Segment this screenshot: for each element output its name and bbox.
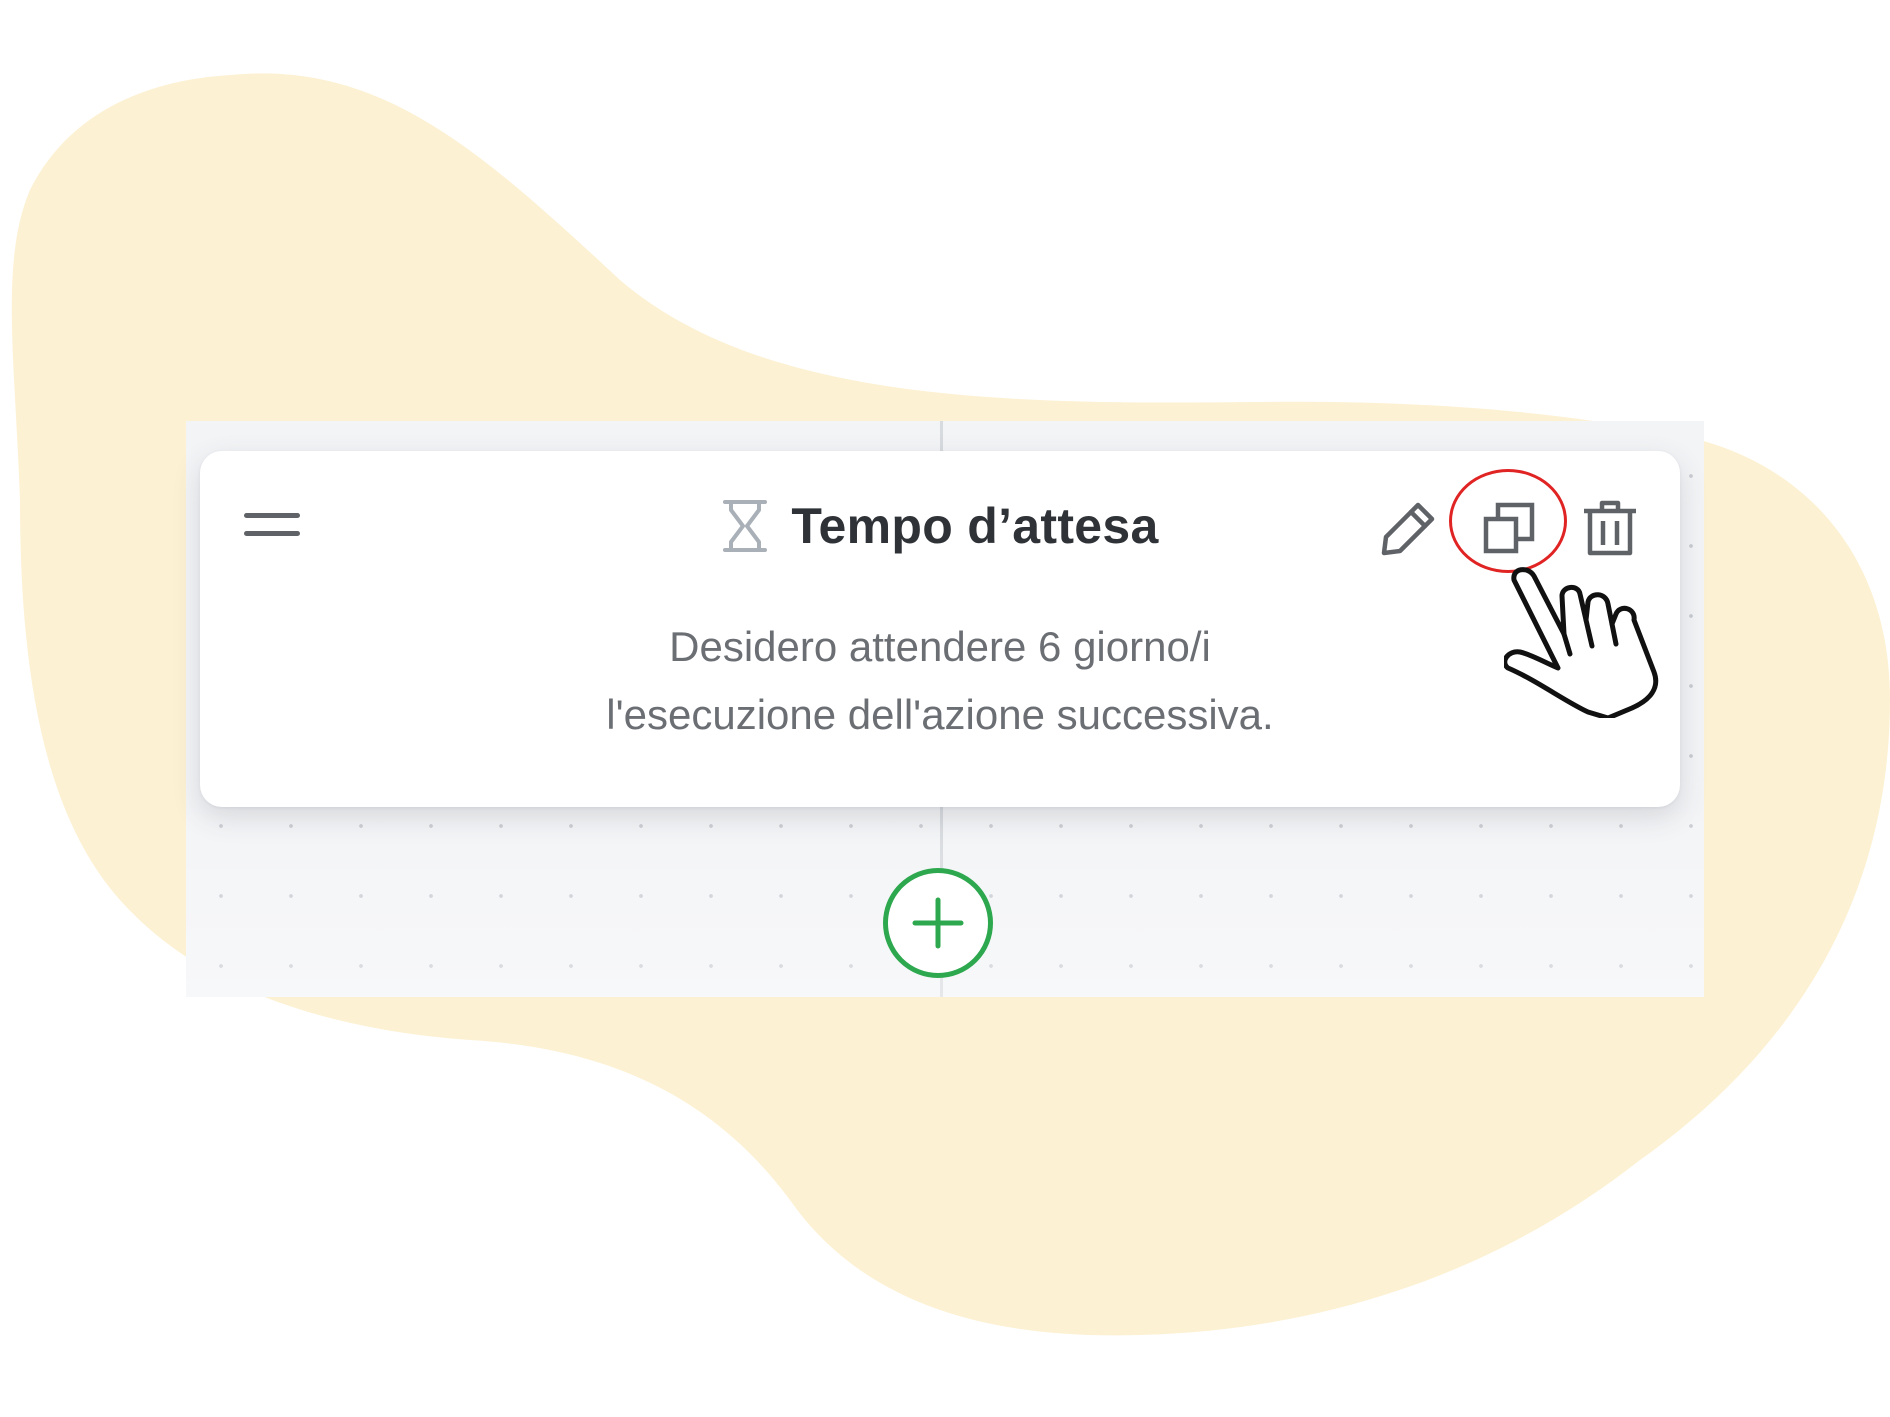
description-line-2: l'esecuzione dell'azione successiva. [606, 691, 1274, 738]
pencil-icon [1381, 502, 1435, 556]
description-line-1: Desidero attendere 6 giorno/i [669, 623, 1211, 670]
card-description: Desidero attendere 6 giorno/i l'esecuzio… [200, 613, 1680, 749]
duplicate-button[interactable] [1478, 495, 1542, 559]
delete-button[interactable] [1578, 495, 1642, 559]
plus-icon [912, 897, 964, 949]
duplicate-icon [1483, 502, 1535, 554]
add-step-button[interactable] [883, 868, 993, 978]
illustration-stage: Tempo d’attesa Desidero attendere 6 gior… [0, 0, 1890, 1417]
trash-icon [1584, 500, 1636, 556]
card-header: Tempo d’attesa [200, 491, 1680, 561]
wait-step-card[interactable]: Tempo d’attesa Desidero attendere 6 gior… [200, 451, 1680, 807]
edit-button[interactable] [1378, 495, 1442, 559]
card-title: Tempo d’attesa [791, 498, 1159, 554]
hourglass-icon [723, 500, 768, 552]
